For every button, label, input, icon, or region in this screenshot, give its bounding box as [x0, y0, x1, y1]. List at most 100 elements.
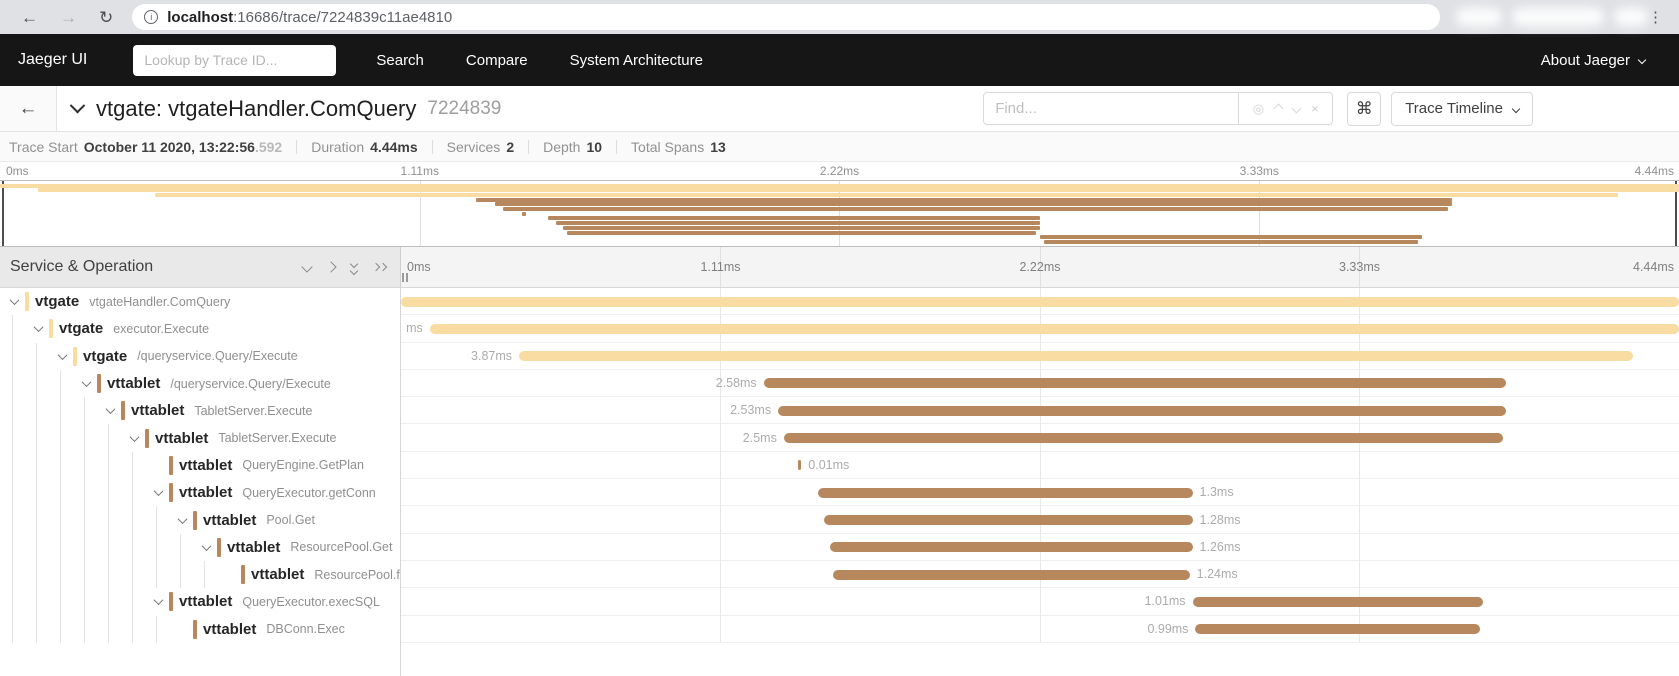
indent-guide — [12, 588, 13, 615]
span-name-cell[interactable]: vttabletQueryEngine.GetPlan — [0, 452, 401, 479]
span-bar[interactable] — [830, 542, 1193, 552]
column-resizer-grip[interactable] — [402, 273, 408, 282]
collapse-chevron-icon[interactable] — [201, 541, 211, 551]
span-bar[interactable] — [778, 406, 1506, 416]
span-row: vtgate/queryservice.Query/Execute 3.87ms — [0, 343, 1679, 370]
operation-name: executor.Execute — [113, 322, 209, 336]
span-timeline-cell[interactable] — [401, 288, 1679, 315]
collapse-all-chevron-down-icon[interactable] — [301, 261, 312, 272]
span-name-cell[interactable]: vttabletDBConn.Exec — [0, 616, 401, 643]
command-icon: ⌘ — [1356, 99, 1373, 119]
span-bar[interactable] — [430, 324, 1679, 334]
span-name-cell[interactable]: vttabletResourcePool.factory — [0, 561, 401, 588]
collapse-trace-detail-chevron[interactable] — [70, 98, 86, 114]
span-bar[interactable] — [764, 378, 1507, 388]
operation-name: /queryservice.Query/Execute — [170, 377, 331, 391]
span-row: vttabletResourcePool.factory1.24ms — [0, 561, 1679, 588]
span-bar[interactable] — [1193, 597, 1484, 607]
site-info-icon[interactable]: i — [144, 10, 158, 24]
expand-all-chevron-right-icon[interactable] — [325, 261, 336, 272]
collapse-chevron-icon[interactable] — [153, 596, 163, 606]
span-name-cell[interactable]: vttabletResourcePool.Get — [0, 534, 401, 561]
collapse-chevron-icon[interactable] — [57, 350, 67, 360]
span-timeline-cell[interactable]: 0.01ms — [401, 452, 1679, 479]
span-duration-label: 3.87ms — [471, 349, 512, 363]
span-bar[interactable] — [1195, 624, 1480, 634]
next-match-icon[interactable] — [1292, 104, 1302, 114]
tick-label: 3.33ms — [1240, 164, 1279, 178]
indent-guide — [36, 534, 37, 561]
collapse-chevron-icon[interactable] — [33, 323, 43, 333]
nav-link-compare[interactable]: Compare — [466, 52, 528, 69]
span-bar[interactable] — [798, 460, 801, 470]
span-name-cell[interactable]: vttabletQueryExecutor.getConn — [0, 479, 401, 506]
nav-link-search[interactable]: Search — [376, 52, 424, 69]
span-timeline-cell[interactable]: 1.01ms — [401, 588, 1679, 615]
collapse-chevron-icon[interactable] — [81, 377, 91, 387]
browser-extensions-blurred — [1456, 8, 1648, 26]
span-timeline-cell[interactable]: 1.28ms — [401, 506, 1679, 533]
about-jaeger-menu[interactable]: About Jaeger — [1541, 52, 1645, 69]
collapse-chevron-icon[interactable] — [129, 432, 139, 442]
span-name-cell[interactable]: vttabletPool.Get — [0, 506, 401, 533]
timeline-minimap[interactable] — [0, 180, 1679, 247]
clear-find-icon[interactable]: × — [1311, 102, 1319, 115]
collapse-chevron-icon[interactable] — [177, 514, 187, 524]
span-bar[interactable] — [519, 351, 1633, 361]
browser-forward-icon[interactable]: → — [60, 9, 77, 26]
span-duration-label: 2.58ms — [716, 376, 757, 390]
span-row: vttablet/queryservice.Query/Execute 2.58m… — [0, 370, 1679, 397]
indent-guide — [84, 452, 85, 479]
browser-reload-icon[interactable]: ↻ — [99, 9, 113, 26]
service-color-indicator — [145, 429, 149, 448]
browser-menu-icon[interactable]: ⋮ — [1648, 8, 1663, 26]
minimap-span-bar — [38, 188, 1679, 192]
find-input[interactable] — [983, 92, 1239, 125]
span-timeline-cell[interactable]: 1.3ms — [401, 479, 1679, 506]
span-bar[interactable] — [818, 488, 1192, 498]
minimap-left-scrubber[interactable] — [2, 181, 4, 246]
span-bar[interactable] — [833, 570, 1190, 580]
summary-label: Services — [447, 139, 501, 155]
focus-match-icon[interactable]: ◎ — [1253, 102, 1264, 115]
span-tree-entry: vttabletResourcePool.Get — [201, 538, 392, 557]
span-timeline-cell[interactable]: ms — [401, 315, 1679, 342]
span-bar[interactable] — [784, 433, 1504, 443]
service-name: vttablet — [203, 512, 256, 529]
span-name-cell[interactable]: vtgateexecutor.Execute — [0, 315, 401, 342]
span-timeline-cell[interactable]: 2.58ms — [401, 370, 1679, 397]
back-button[interactable]: ← — [0, 86, 57, 131]
browser-back-icon[interactable]: ← — [21, 9, 38, 26]
jaeger-logo[interactable]: Jaeger UI — [18, 51, 87, 69]
span-timeline-cell[interactable]: 1.26ms — [401, 534, 1679, 561]
keyboard-shortcuts-button[interactable]: ⌘ — [1347, 92, 1381, 126]
tick-label: 3.33ms — [1339, 260, 1380, 274]
prev-match-icon[interactable] — [1274, 104, 1284, 114]
indent-guide — [60, 506, 61, 533]
nav-link-system-architecture[interactable]: System Architecture — [570, 52, 703, 69]
double-chevron-down-icon[interactable] — [351, 261, 357, 274]
tick-label: 0ms — [6, 164, 29, 178]
address-bar[interactable]: i localhost:16686/trace/7224839c11ae4810 — [132, 4, 1440, 30]
collapse-chevron-icon[interactable] — [9, 295, 19, 305]
span-name-cell[interactable]: vttablet/queryservice.Query/Execute — [0, 370, 401, 397]
span-name-cell[interactable]: vttabletTabletServer.Execute — [0, 424, 401, 451]
summary-item: Depth10 — [543, 139, 602, 155]
span-bar[interactable] — [824, 515, 1192, 525]
collapse-chevron-icon[interactable] — [105, 404, 115, 414]
collapse-chevron-icon[interactable] — [153, 486, 163, 496]
span-name-cell[interactable]: vttabletTabletServer.Execute — [0, 397, 401, 424]
trace-id-lookup-input[interactable] — [133, 45, 336, 76]
indent-guide — [12, 397, 13, 424]
span-timeline-cell[interactable]: 2.53ms — [401, 397, 1679, 424]
double-chevron-right-icon[interactable] — [373, 264, 386, 270]
trace-view-dropdown[interactable]: Trace Timeline — [1391, 92, 1533, 126]
span-timeline-cell[interactable]: 2.5ms — [401, 424, 1679, 451]
span-timeline-cell[interactable]: 1.24ms — [401, 561, 1679, 588]
span-timeline-cell[interactable]: 3.87ms — [401, 343, 1679, 370]
span-timeline-cell[interactable]: 0.99ms — [401, 616, 1679, 643]
span-name-cell[interactable]: vtgatevtgateHandler.ComQuery — [0, 288, 401, 315]
span-name-cell[interactable]: vttabletQueryExecutor.execSQL — [0, 588, 401, 615]
span-name-cell[interactable]: vtgate/queryservice.Query/Execute — [0, 343, 401, 370]
span-bar[interactable] — [401, 297, 1679, 307]
